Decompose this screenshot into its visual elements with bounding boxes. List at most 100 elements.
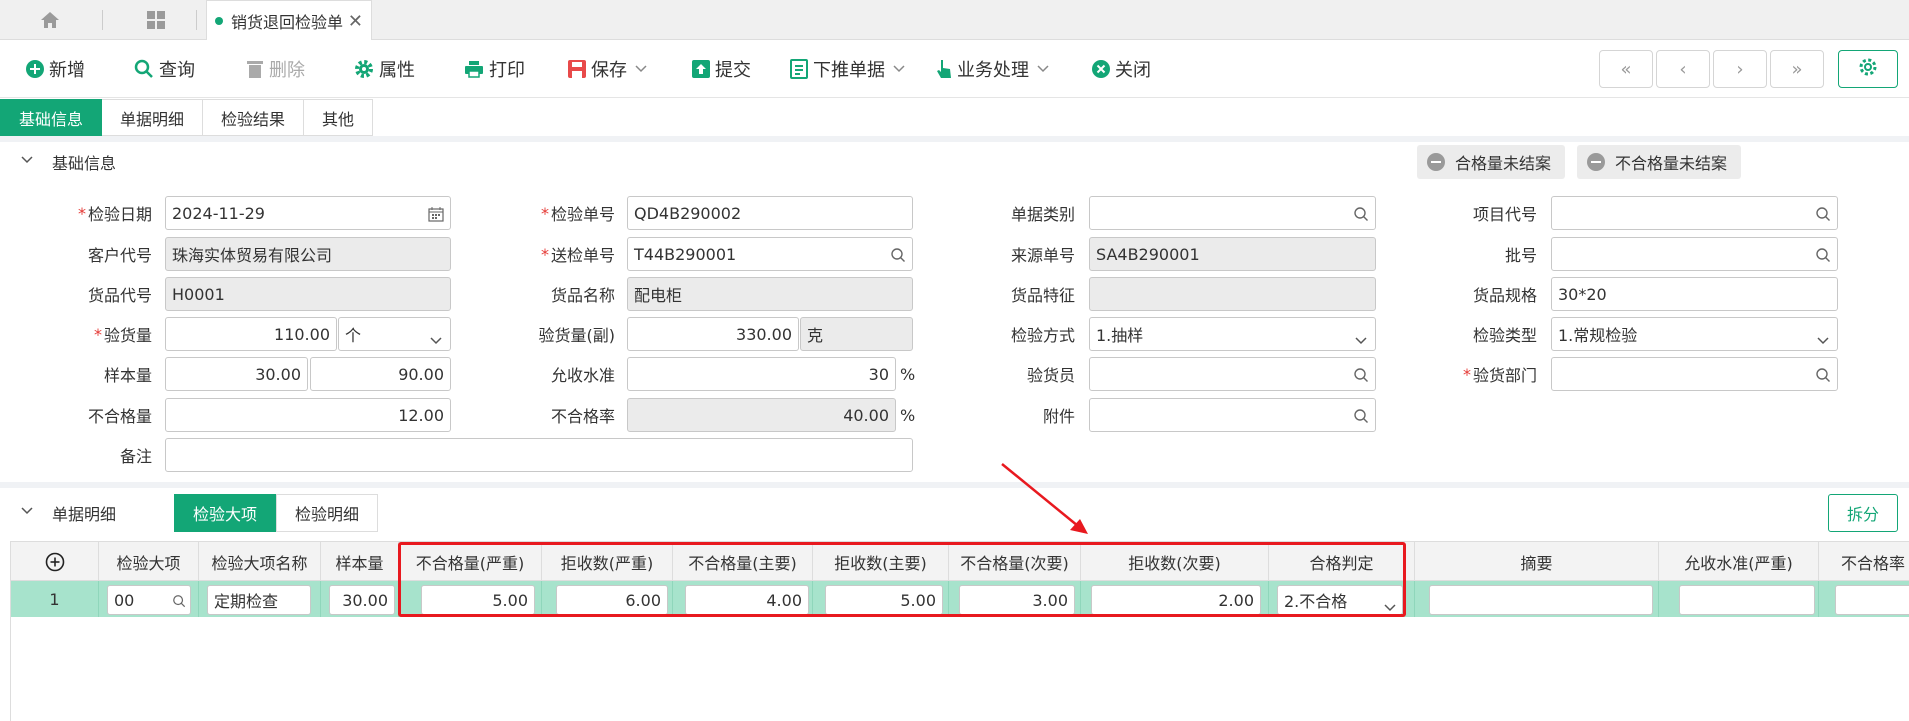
project-code-field[interactable] [1551, 196, 1838, 230]
last-record-button[interactable]: » [1770, 50, 1824, 88]
settings-button[interactable] [1838, 50, 1898, 88]
row-index: 1 [11, 581, 99, 617]
properties-button[interactable]: 属性 [354, 40, 415, 98]
inspect-qty-label: * 验货量 [93, 324, 152, 346]
search-icon[interactable] [1353, 206, 1369, 222]
qualified-unclosed-chip[interactable]: 合格量未结案 [1417, 145, 1566, 179]
row-judgement-cell: 2.不合格 [1269, 581, 1415, 617]
header-reject-critical: 拒收数(严重) [542, 542, 673, 582]
inspect-no-field[interactable]: QD4B290002 [627, 196, 913, 230]
search-icon[interactable] [1353, 408, 1369, 424]
grid-icon[interactable] [136, 0, 176, 40]
home-icon[interactable] [30, 0, 70, 40]
inspect-qty2-field[interactable]: 330.00 [627, 317, 799, 351]
fail-qty-field[interactable]: 12.00 [165, 398, 451, 432]
row-fail-rate-input[interactable] [1835, 585, 1909, 615]
source-no-field: SA4B290001 [1089, 237, 1376, 271]
remark-label: 备注 [119, 447, 152, 466]
item-spec-field[interactable]: 30*20 [1551, 277, 1838, 311]
row-summary-input[interactable] [1429, 585, 1653, 615]
accept-level-field[interactable]: 30 [627, 357, 896, 391]
close-tab-icon[interactable]: ✕ [348, 11, 363, 32]
search-icon[interactable] [1815, 247, 1831, 263]
inspect-qty-unit-select[interactable]: 个 [338, 317, 451, 351]
row-fail-critical-cell: 5.00 [399, 581, 542, 617]
row-sample-input[interactable]: 30.00 [329, 585, 395, 615]
inspect-qty-field[interactable]: 110.00 [165, 317, 337, 351]
add-button[interactable]: 新增 [26, 40, 85, 98]
accept-level-label: 允收水准 [550, 366, 615, 385]
fail-qty-label: 不合格量 [87, 407, 152, 426]
search-icon[interactable] [1815, 206, 1831, 222]
push-document-button[interactable]: 下推单据 [790, 40, 905, 98]
next-record-button[interactable]: › [1713, 50, 1767, 88]
printer-icon [464, 60, 484, 78]
row-fail-minor-input[interactable]: 3.00 [959, 585, 1075, 615]
tab-inspect-category[interactable]: 检验大项 [174, 494, 277, 532]
detail-title: 单据明细 [52, 505, 117, 524]
minus-circle-icon [1427, 153, 1445, 171]
row-summary-cell [1415, 581, 1659, 617]
delete-button[interactable]: 删除 [246, 40, 305, 98]
chevron-down-icon [893, 62, 905, 76]
search-icon[interactable] [890, 247, 906, 263]
table-row[interactable]: 1 00 定期检查 30.00 5.00 6.00 4.00 5.00 3.00… [11, 581, 1909, 617]
send-no-field[interactable]: T44B290001 [627, 237, 913, 271]
inspector-field[interactable] [1089, 357, 1376, 391]
search-icon[interactable] [1353, 367, 1369, 383]
save-button[interactable]: 保存 [568, 40, 647, 98]
split-button[interactable]: 拆分 [1828, 494, 1898, 532]
row-fail-major-input[interactable]: 4.00 [685, 585, 809, 615]
settings-gear-icon [1858, 57, 1878, 81]
row-reject-minor-input[interactable]: 2.00 [1091, 585, 1261, 615]
row-item-cell: 00 [99, 581, 199, 617]
calendar-icon[interactable] [428, 206, 444, 222]
customer-code-label: 客户代号 [87, 246, 152, 265]
row-item-input[interactable]: 00 [107, 585, 191, 615]
attachment-field[interactable] [1089, 398, 1376, 432]
remark-field[interactable] [165, 438, 913, 472]
inspect-dept-field[interactable] [1551, 357, 1838, 391]
sample-qty2-field[interactable]: 90.00 [310, 357, 451, 391]
source-no-label: 来源单号 [1010, 246, 1075, 265]
inspect-method-select[interactable]: 1.抽样 [1089, 317, 1376, 351]
inspect-date-field[interactable]: 2024-11-29 [165, 196, 451, 230]
batch-no-field[interactable] [1551, 237, 1838, 271]
row-fail-minor-cell: 3.00 [949, 581, 1081, 617]
row-item-name-input[interactable]: 定期检查 [207, 585, 311, 615]
header-reject-major: 拒收数(主要) [813, 542, 949, 582]
item-name-label: 货品名称 [550, 286, 615, 305]
batch-no-label: 批号 [1504, 246, 1537, 265]
tab-inspect-detail[interactable]: 检验明细 [276, 494, 379, 532]
doc-type-field[interactable] [1089, 196, 1376, 230]
sample-qty-field[interactable]: 30.00 [165, 357, 308, 391]
inspector-label: 验货员 [1026, 366, 1075, 385]
tab-inspect-result[interactable]: 检验结果 [203, 99, 305, 136]
inspect-qty2-label: 验货量(副) [538, 326, 616, 345]
header-fail-critical: 不合格量(严重) [399, 542, 542, 582]
unqualified-unclosed-chip[interactable]: 不合格量未结案 [1577, 145, 1742, 179]
first-record-button[interactable]: « [1599, 50, 1653, 88]
row-reject-major-input[interactable]: 5.00 [825, 585, 943, 615]
submit-button[interactable]: 提交 [692, 40, 751, 98]
close-button[interactable]: 关闭 [1092, 40, 1151, 98]
search-icon[interactable] [172, 593, 186, 612]
row-reject-critical-input[interactable]: 6.00 [556, 585, 668, 615]
query-button[interactable]: 查询 [134, 40, 195, 98]
print-button[interactable]: 打印 [464, 40, 525, 98]
row-accept-critical-input[interactable] [1679, 585, 1815, 615]
row-fail-critical-input[interactable]: 5.00 [421, 585, 535, 615]
add-row-icon[interactable] [11, 542, 99, 582]
tab-basic-info[interactable]: 基础信息 [0, 99, 103, 136]
tab-other[interactable]: 其他 [304, 99, 374, 136]
document-tab[interactable]: 销货退回检验单 ✕ [206, 0, 372, 41]
row-judgement-select[interactable]: 2.不合格 [1277, 585, 1403, 615]
tab-doc-detail[interactable]: 单据明细 [102, 99, 204, 136]
row-accept-critical-cell [1659, 581, 1819, 617]
inspect-type-select[interactable]: 1.常规检验 [1551, 317, 1838, 351]
doc-type-label: 单据类别 [1010, 205, 1075, 224]
business-process-button[interactable]: 业务处理 [936, 40, 1049, 98]
row-reject-critical-cell: 6.00 [542, 581, 673, 617]
search-icon[interactable] [1815, 367, 1831, 383]
prev-record-button[interactable]: ‹ [1656, 50, 1710, 88]
